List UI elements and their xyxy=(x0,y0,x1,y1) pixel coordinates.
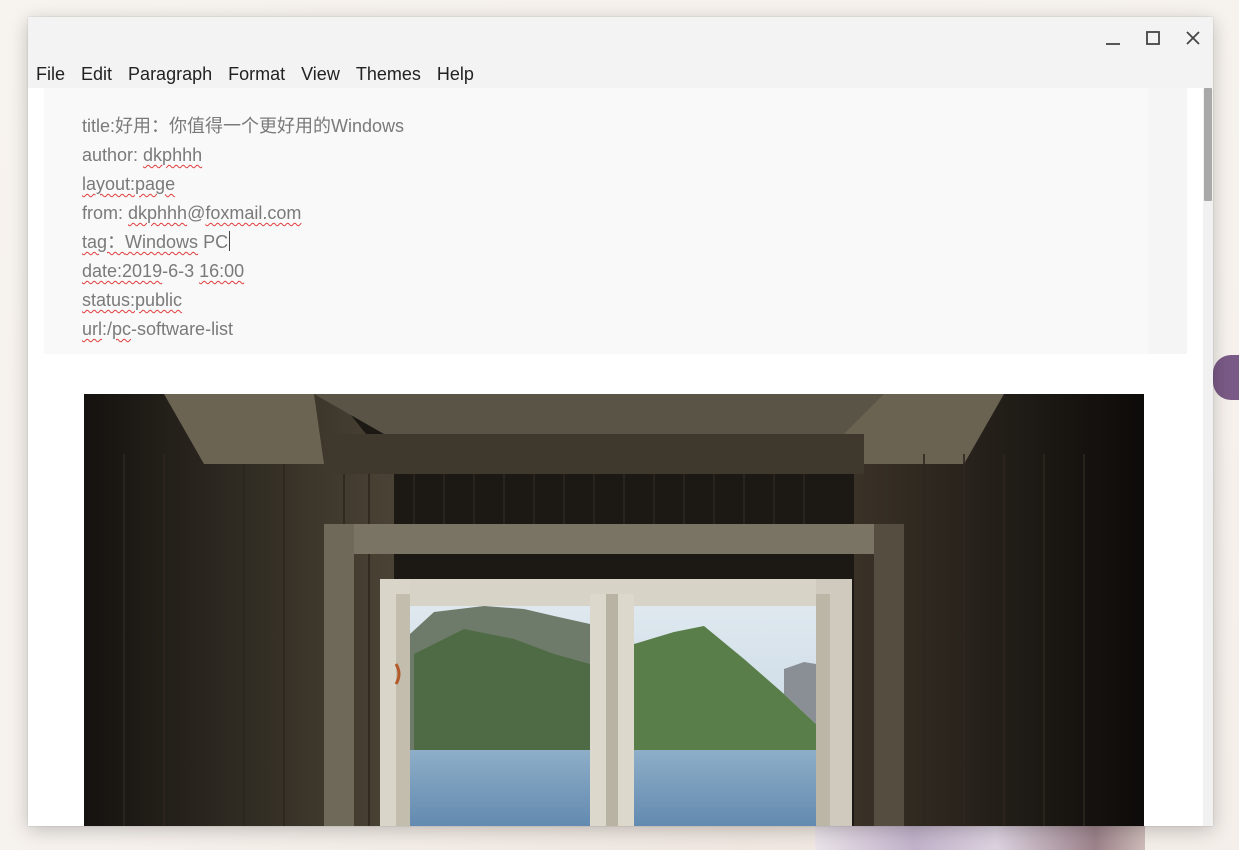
front-matter-status-line: status:public xyxy=(82,286,404,315)
minimize-button[interactable] xyxy=(1093,26,1133,50)
date-time: 16:00 xyxy=(199,261,245,281)
tag-value-b: PC xyxy=(198,232,229,252)
from-local: dkphhh xyxy=(128,203,188,223)
url-a: url xyxy=(82,319,103,339)
menu-themes[interactable]: Themes xyxy=(348,61,429,88)
menu-bar: File Edit Paragraph Format View Themes H… xyxy=(28,61,482,88)
text-caret xyxy=(229,231,231,251)
author-key: author: xyxy=(82,145,144,165)
title-value: 好用：你值得一个更好用的Windows xyxy=(115,116,405,136)
url-c: pc xyxy=(112,319,132,339)
title-key: title: xyxy=(82,116,116,136)
title-bar: File Edit Paragraph Format View Themes H… xyxy=(28,17,1213,88)
front-matter-from-line: from: dkphhh@foxmail.com xyxy=(82,199,404,228)
vertical-scrollbar[interactable] xyxy=(1203,88,1213,826)
menu-format[interactable]: Format xyxy=(220,61,293,88)
menu-paragraph[interactable]: Paragraph xyxy=(120,61,220,88)
menu-view[interactable]: View xyxy=(293,61,348,88)
front-matter-author-line: author: dkphhh xyxy=(82,141,404,170)
url-b: :/ xyxy=(102,319,113,339)
editor-area[interactable]: title:好用：你值得一个更好用的Windows author: dkphhh… xyxy=(28,88,1203,826)
front-matter-title-line: title:好用：你值得一个更好用的Windows xyxy=(82,112,404,141)
maximize-icon xyxy=(1146,31,1160,45)
tag-value-a: Windows xyxy=(125,232,199,252)
author-value: dkphhh xyxy=(143,145,203,165)
close-button[interactable] xyxy=(1173,26,1213,50)
desktop-wallpaper-accent xyxy=(1213,355,1239,400)
from-at: @ xyxy=(187,203,206,223)
app-window: File Edit Paragraph Format View Themes H… xyxy=(28,17,1213,826)
front-matter-url-line: url:/pc-software-list xyxy=(82,315,404,344)
from-domain: foxmail.com xyxy=(205,203,302,223)
minimize-icon xyxy=(1106,43,1120,45)
status-text: status:public xyxy=(82,290,183,310)
scrollbar-thumb[interactable] xyxy=(1204,88,1212,201)
window-controls xyxy=(1093,26,1213,50)
date-part: date:2019 xyxy=(82,261,163,281)
layout-text: layout:page xyxy=(82,174,176,194)
date-rest: -6-3 xyxy=(162,261,200,281)
maximize-button[interactable] xyxy=(1133,26,1173,50)
from-key: from: xyxy=(82,203,129,223)
front-matter-side-strip xyxy=(1149,88,1187,354)
front-matter-lines: title:好用：你值得一个更好用的Windows author: dkphhh… xyxy=(82,112,404,344)
front-matter-tag-line: tag：Windows PC xyxy=(82,228,404,257)
front-matter-date-line: date:2019-6-3 16:00 xyxy=(82,257,404,286)
menu-edit[interactable]: Edit xyxy=(73,61,120,88)
close-icon xyxy=(1186,31,1200,45)
embedded-image[interactable] xyxy=(84,394,1144,826)
url-d: -software-list xyxy=(131,319,234,339)
front-matter-layout-line: layout:page xyxy=(82,170,404,199)
menu-file[interactable]: File xyxy=(28,61,73,88)
tag-key: tag： xyxy=(82,232,126,252)
window-view-illustration xyxy=(84,394,1144,826)
front-matter-block[interactable]: title:好用：你值得一个更好用的Windows author: dkphhh… xyxy=(44,88,1187,354)
menu-help[interactable]: Help xyxy=(429,61,482,88)
desktop-wallpaper-bottom xyxy=(815,826,1145,850)
